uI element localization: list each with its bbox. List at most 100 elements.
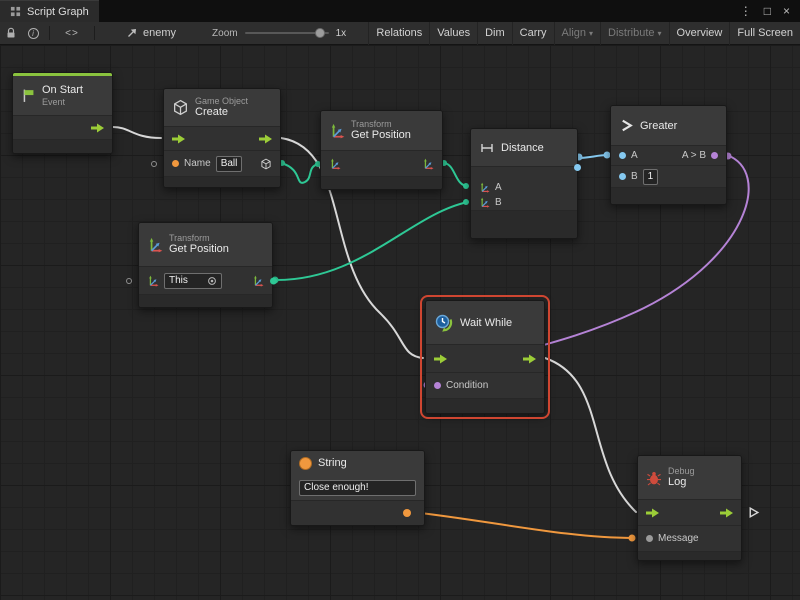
- node-header: Wait While: [426, 301, 544, 345]
- node-title: On Start: [42, 84, 83, 97]
- node-string-literal[interactable]: String Close enough!: [290, 450, 425, 526]
- code-view-button[interactable]: <>: [55, 22, 89, 45]
- distance-output-port[interactable]: [574, 164, 581, 171]
- node-category: Debug: [668, 466, 695, 476]
- node-header: Debug Log: [638, 456, 741, 500]
- condition-input-port[interactable]: [434, 382, 441, 389]
- zoom-slider[interactable]: [245, 32, 329, 34]
- flow-input-port[interactable]: [172, 134, 185, 144]
- script-graph-window: Script Graph ⋮ □ × i <> enemy Zoom: [0, 0, 800, 600]
- name-input-row: Name Ball: [164, 151, 280, 177]
- wire-string-to-message[interactable]: [412, 512, 634, 538]
- window-menu-icon[interactable]: ⋮: [740, 0, 752, 22]
- position-output-port[interactable]: [252, 275, 264, 287]
- wire-waitwhile-to-log[interactable]: [545, 358, 636, 512]
- node-footer: [164, 177, 280, 187]
- toolbar-separator: [94, 26, 95, 40]
- position-output-dot[interactable]: [270, 277, 277, 284]
- lock-button[interactable]: [0, 22, 22, 45]
- node-title: Get Position: [351, 129, 411, 142]
- node-header: Transform Get Position: [321, 111, 442, 151]
- node-get-position-this[interactable]: Transform Get Position This: [138, 222, 273, 308]
- name-input[interactable]: Ball: [216, 156, 243, 172]
- overview-button[interactable]: Overview: [669, 22, 730, 45]
- wire-onstart-to-create[interactable]: [113, 127, 161, 138]
- wire-getposition-to-distance-a[interactable]: [443, 163, 468, 186]
- a-input-port[interactable]: [619, 152, 626, 159]
- transform-input-port[interactable]: [147, 275, 159, 287]
- object-picker-icon[interactable]: [207, 276, 217, 286]
- flow-output-port[interactable]: [91, 123, 104, 133]
- output-row: [471, 167, 577, 179]
- unconnected-port-dot[interactable]: [126, 278, 132, 284]
- wire-getposition-this-to-distance-b[interactable]: [273, 202, 468, 280]
- graph-name: enemy: [143, 27, 176, 39]
- values-button[interactable]: Values: [429, 22, 477, 45]
- node-debug-log[interactable]: Debug Log Message: [637, 455, 742, 561]
- flow-row: [638, 500, 741, 526]
- b-label: B: [631, 171, 638, 182]
- a-label: A: [495, 182, 502, 193]
- wire-create-to-getposition[interactable]: [281, 163, 318, 183]
- distribute-button[interactable]: Distribute ▾: [600, 22, 668, 45]
- ports-row: [321, 151, 442, 177]
- node-footer: [13, 140, 112, 153]
- info-button[interactable]: i: [22, 22, 44, 45]
- position-output-port[interactable]: [422, 158, 434, 170]
- flow-input-port[interactable]: [646, 508, 659, 518]
- carry-button[interactable]: Carry: [512, 22, 554, 45]
- graph-canvas[interactable]: On Start Event Game Object Create: [0, 45, 800, 600]
- node-wait-while[interactable]: Wait While Condition: [425, 300, 545, 414]
- node-greater[interactable]: Greater A A > B B 1: [610, 105, 727, 205]
- maximize-icon[interactable]: □: [764, 0, 771, 22]
- string-value-input[interactable]: Close enough!: [299, 480, 416, 496]
- title-bar: Script Graph ⋮ □ ×: [0, 0, 800, 22]
- gameobject-output-port[interactable]: [260, 158, 272, 170]
- target-select[interactable]: This: [164, 273, 222, 289]
- flow-output-port[interactable]: [259, 134, 272, 144]
- node-category: Game Object: [195, 96, 248, 106]
- node-gameobject-create[interactable]: Game Object Create Name Ball: [163, 88, 281, 188]
- vector-a-port[interactable]: [479, 182, 490, 193]
- message-input-port[interactable]: [646, 535, 653, 542]
- node-header: Game Object Create: [164, 89, 280, 127]
- transform-input-port[interactable]: [329, 158, 341, 170]
- node-on-start-event[interactable]: On Start Event: [12, 72, 113, 154]
- script-graph-icon: [10, 6, 21, 17]
- flow-output-port[interactable]: [720, 508, 733, 518]
- condition-label: Condition: [446, 380, 488, 391]
- node-footer: [426, 399, 544, 413]
- result-output-port[interactable]: [711, 152, 718, 159]
- tab-script-graph[interactable]: Script Graph: [0, 0, 99, 22]
- breadcrumb-graph[interactable]: enemy: [118, 22, 184, 45]
- dim-button[interactable]: Dim: [477, 22, 512, 45]
- flow-row: [426, 345, 544, 373]
- ports-row: This: [139, 267, 272, 295]
- node-distance[interactable]: Distance A B: [470, 128, 578, 239]
- vector-b-port[interactable]: [479, 197, 490, 208]
- node-header: String: [291, 451, 424, 475]
- zoom-slider-thumb[interactable]: [315, 28, 325, 38]
- string-output-port[interactable]: [403, 509, 411, 517]
- wire-distance-to-greater[interactable]: [578, 155, 608, 158]
- distance-icon: [479, 140, 495, 156]
- align-button[interactable]: Align ▾: [554, 22, 600, 45]
- node-category: Transform: [169, 233, 229, 243]
- flow-output-port[interactable]: [523, 354, 536, 364]
- zoom-control: Zoom 1x: [212, 28, 346, 39]
- node-footer: [471, 211, 577, 238]
- bug-icon: [646, 470, 662, 486]
- node-title: Wait While: [460, 317, 512, 329]
- unconnected-port-dot[interactable]: [151, 161, 157, 167]
- b-value-input[interactable]: 1: [643, 169, 659, 185]
- relations-button[interactable]: Relations: [368, 22, 429, 45]
- node-get-position-ball[interactable]: Transform Get Position: [320, 110, 443, 190]
- full-screen-button[interactable]: Full Screen: [729, 22, 800, 45]
- name-input-port[interactable]: [172, 160, 179, 167]
- node-title: Log: [668, 476, 695, 489]
- toolbar-buttons: Relations Values Dim Carry Align ▾ Distr…: [368, 22, 800, 45]
- b-input-port[interactable]: [619, 173, 626, 180]
- flow-input-port[interactable]: [434, 354, 447, 364]
- close-icon[interactable]: ×: [783, 0, 790, 22]
- node-footer: [321, 177, 442, 189]
